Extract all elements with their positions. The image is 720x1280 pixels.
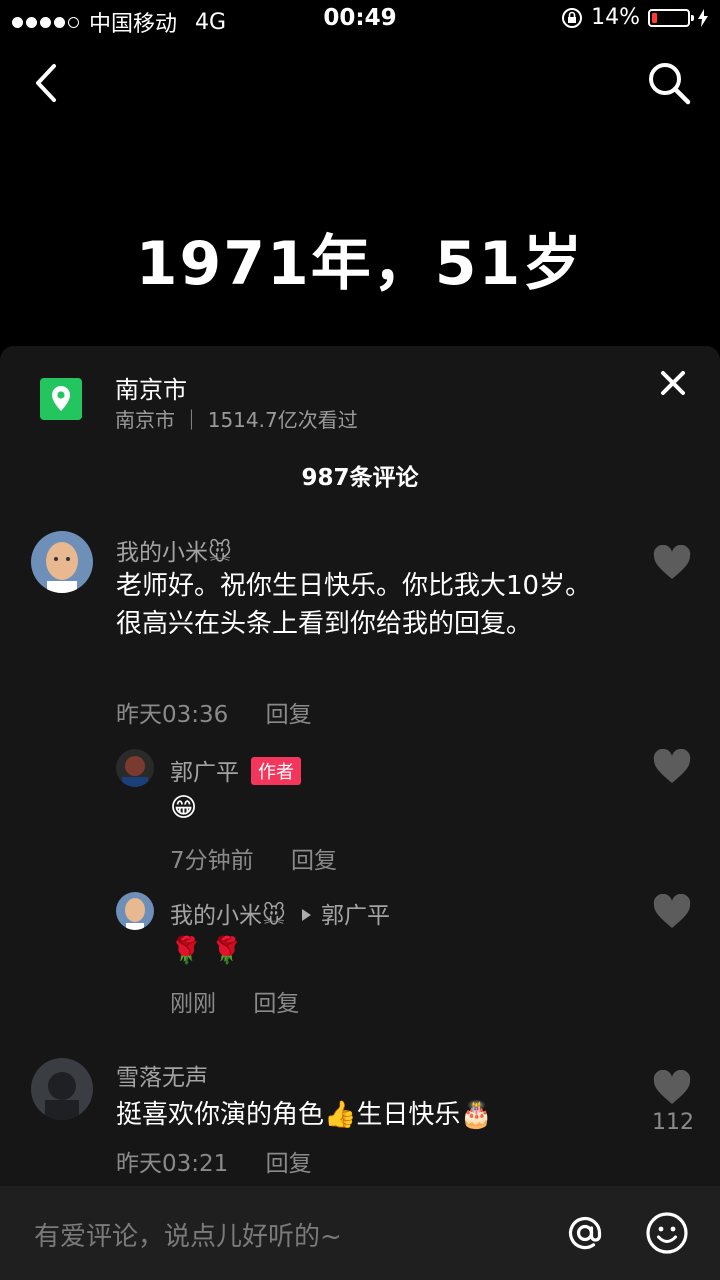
avatar[interactable] bbox=[31, 531, 93, 593]
like-count: 112 bbox=[652, 1110, 694, 1135]
author-badge: 作者 bbox=[251, 757, 301, 785]
heart-icon[interactable] bbox=[652, 545, 692, 581]
comment-time: 7分钟前 bbox=[170, 848, 254, 874]
comment-meta: 昨天03:21 回复 bbox=[116, 1144, 312, 1178]
avatar[interactable] bbox=[116, 892, 154, 930]
comment-time: 刚刚 bbox=[170, 991, 216, 1017]
emoji-icon[interactable] bbox=[644, 1210, 690, 1256]
at-icon[interactable] bbox=[562, 1210, 608, 1256]
comment-meta: 7分钟前 回复 bbox=[170, 841, 337, 875]
comment-time: 昨天03:36 bbox=[116, 702, 229, 728]
charging-icon bbox=[698, 8, 708, 27]
top-nav bbox=[0, 52, 720, 112]
status-bar: 中国移动 4G 00:49 14% bbox=[0, 0, 720, 40]
heart-icon[interactable] bbox=[652, 894, 692, 930]
comment-meta: 刚刚 回复 bbox=[170, 984, 299, 1018]
close-icon[interactable] bbox=[660, 370, 686, 396]
location-pin-icon bbox=[40, 378, 82, 420]
location-title[interactable]: 南京市 bbox=[115, 370, 187, 405]
reply-arrow-icon bbox=[302, 909, 311, 921]
reply-button[interactable]: 回复 bbox=[291, 848, 337, 874]
comment-text: 😁 bbox=[170, 793, 198, 823]
battery-percent: 14% bbox=[591, 5, 640, 30]
comment-text: 🌹 🌹 bbox=[170, 936, 244, 966]
reply-button[interactable]: 回复 bbox=[266, 702, 312, 728]
search-icon[interactable] bbox=[644, 58, 694, 108]
comment-input[interactable]: 有爱评论，说点儿好听的~ bbox=[34, 1216, 342, 1253]
avatar[interactable] bbox=[31, 1058, 93, 1120]
reply-to-username[interactable]: 郭广平 bbox=[321, 903, 390, 929]
reply-button[interactable]: 回复 bbox=[253, 991, 299, 1017]
location-subtitle: 南京市 ｜ 1514.7亿次看过 bbox=[115, 408, 358, 432]
comment-text: 老师好。祝你生日快乐。你比我大10岁。很高兴在头条上看到你给我的回复。 bbox=[116, 571, 592, 639]
comment-sheet: 南京市 南京市 ｜ 1514.7亿次看过 987条评论 我的小米🐭 老师好。祝你… bbox=[0, 346, 720, 1280]
comment-time: 昨天03:21 bbox=[116, 1151, 229, 1177]
comment-username[interactable]: 我的小米🐭 bbox=[170, 903, 286, 929]
comment-input-bar: 有爱评论，说点儿好听的~ bbox=[0, 1186, 720, 1280]
rotation-lock-icon bbox=[562, 7, 583, 28]
comment-count: 987条评论 bbox=[301, 465, 419, 491]
reply-username-row: 我的小米🐭 郭广平 bbox=[170, 896, 390, 930]
reply-button[interactable]: 回复 bbox=[266, 1151, 312, 1177]
comment-meta: 昨天03:36 回复 bbox=[116, 695, 312, 729]
avatar[interactable] bbox=[116, 749, 154, 787]
comment-username[interactable]: 雪落无声 bbox=[116, 1058, 208, 1092]
comment-username[interactable]: 我的小米🐭 bbox=[116, 533, 232, 567]
reply-username-row: 郭广平 作者 bbox=[170, 753, 301, 787]
comment-username[interactable]: 郭广平 bbox=[170, 760, 239, 786]
battery-icon bbox=[648, 8, 694, 27]
heart-icon[interactable] bbox=[652, 1070, 692, 1106]
back-icon[interactable] bbox=[28, 58, 68, 108]
comment-text: 挺喜欢你演的角色👍生日快乐🎂 bbox=[116, 1100, 493, 1130]
heart-icon[interactable] bbox=[652, 749, 692, 785]
video-caption: 1971年，51岁 bbox=[135, 229, 585, 299]
